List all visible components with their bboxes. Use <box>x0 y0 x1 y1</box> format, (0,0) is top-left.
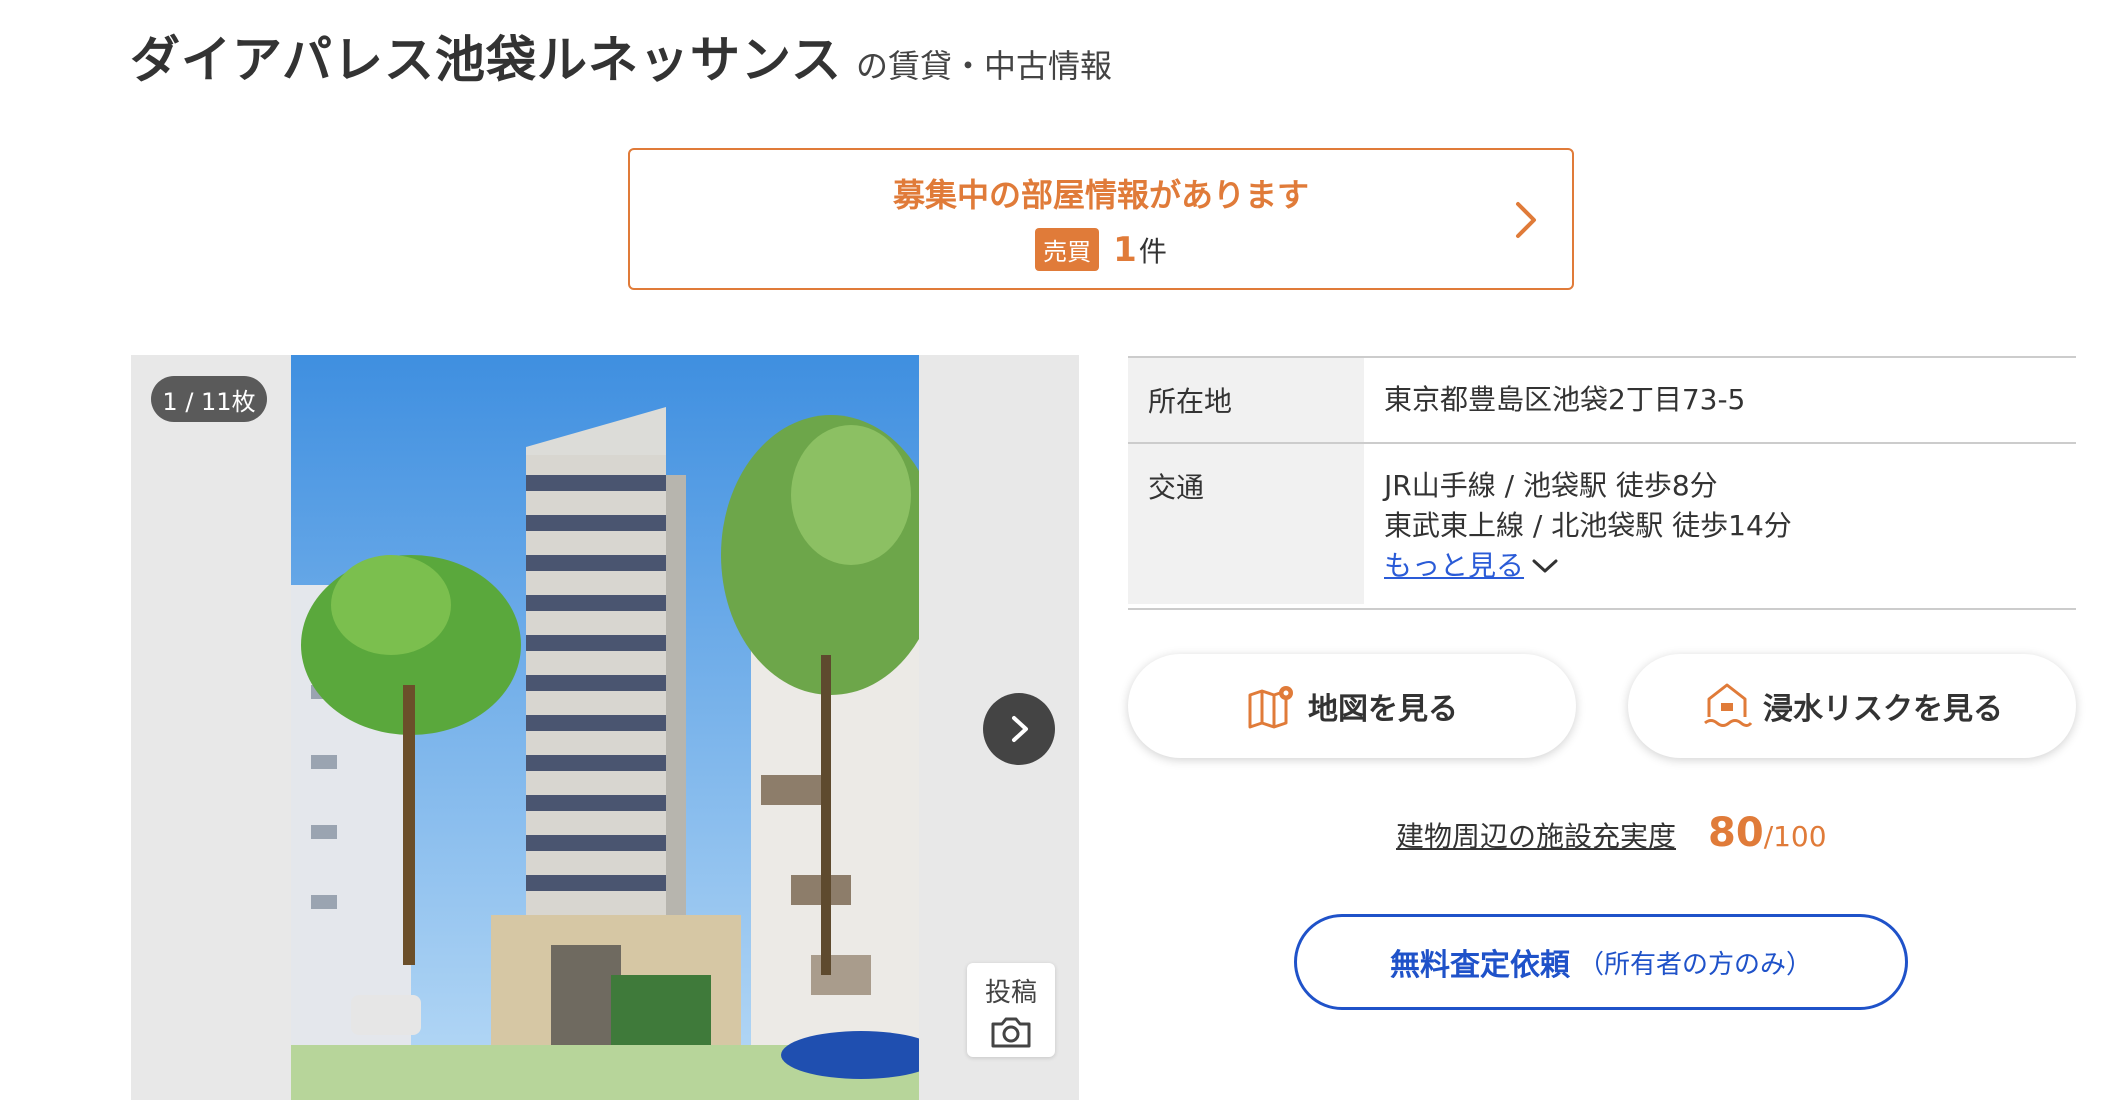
assessment-sub-label: （所有者の方のみ） <box>1577 949 1812 980</box>
building-photo[interactable] <box>291 355 919 1100</box>
facility-score-max: /100 <box>1763 820 1827 853</box>
view-map-button[interactable]: 地図を見る <box>1128 654 1576 758</box>
more-transport-link[interactable]: もっと見る <box>1384 546 1558 586</box>
page-header: ダイアパレス池袋ルネッサンス の賃貸・中古情報 <box>130 20 1112 92</box>
view-map-label: 地図を見る <box>1308 692 1458 727</box>
chevron-right-icon <box>1012 716 1028 742</box>
free-assessment-button[interactable]: 無料査定依頼 （所有者の方のみ） <box>1294 914 1908 1010</box>
recruit-info-banner[interactable]: 募集中の部屋情報があります 売買 1 件 <box>628 148 1574 290</box>
more-link-label: もっと見る <box>1384 549 1525 582</box>
facility-score-value: 80 <box>1708 810 1764 856</box>
recruit-count-line: 売買 1 件 <box>630 228 1572 271</box>
transport-label: 交通 <box>1128 444 1364 604</box>
transport-row: 交通 JR山手線 / 池袋駅 徒歩8分 東武東上線 / 北池袋駅 徒歩14分 も… <box>1128 444 2076 610</box>
sale-badge: 売買 <box>1035 228 1100 271</box>
address-label: 所在地 <box>1128 358 1364 442</box>
post-photo-button[interactable]: 投稿 <box>967 963 1055 1057</box>
transport-value: JR山手線 / 池袋駅 徒歩8分 東武東上線 / 北池袋駅 徒歩14分 もっと見… <box>1364 444 2076 608</box>
photo-counter: 1 / 11枚 <box>151 376 267 422</box>
address-value: 東京都豊島区池袋2丁目73-5 <box>1384 383 1746 416</box>
map-icon <box>1248 686 1293 729</box>
page-subtitle: の賃貸・中古情報 <box>856 47 1113 85</box>
chevron-down-icon <box>1532 559 1558 573</box>
listing-count: 1 <box>1113 229 1137 270</box>
address-row: 所在地 東京都豊島区池袋2丁目73-5 <box>1128 358 2076 444</box>
view-flood-risk-label: 浸水リスクを見る <box>1763 692 2003 727</box>
post-label: 投稿 <box>984 977 1037 1008</box>
photo-gallery: 1 / 11枚 投稿 <box>131 355 1079 1100</box>
chevron-right-icon <box>1516 202 1536 238</box>
property-info-table: 所在地 東京都豊島区池袋2丁目73-5 交通 JR山手線 / 池袋駅 徒歩8分 … <box>1128 356 2076 610</box>
page-title: ダイアパレス池袋ルネッサンス <box>130 31 842 89</box>
assessment-main-label: 無料査定依頼 <box>1389 948 1570 983</box>
house-water-icon <box>1704 683 1753 727</box>
facility-score: 建物周辺の施設充実度 80 /100 <box>1396 810 1827 856</box>
transport-line: 東武東上線 / 北池袋駅 徒歩14分 <box>1384 509 1792 542</box>
listing-count-unit: 件 <box>1138 234 1167 268</box>
view-flood-risk-button[interactable]: 浸水リスクを見る <box>1628 654 2076 758</box>
facility-score-label[interactable]: 建物周辺の施設充実度 <box>1396 815 1676 855</box>
camera-icon <box>991 1017 1031 1047</box>
recruit-title: 募集中の部屋情報があります <box>892 176 1309 214</box>
transport-line: JR山手線 / 池袋駅 徒歩8分 <box>1384 469 1718 502</box>
next-photo-button[interactable] <box>983 693 1055 765</box>
